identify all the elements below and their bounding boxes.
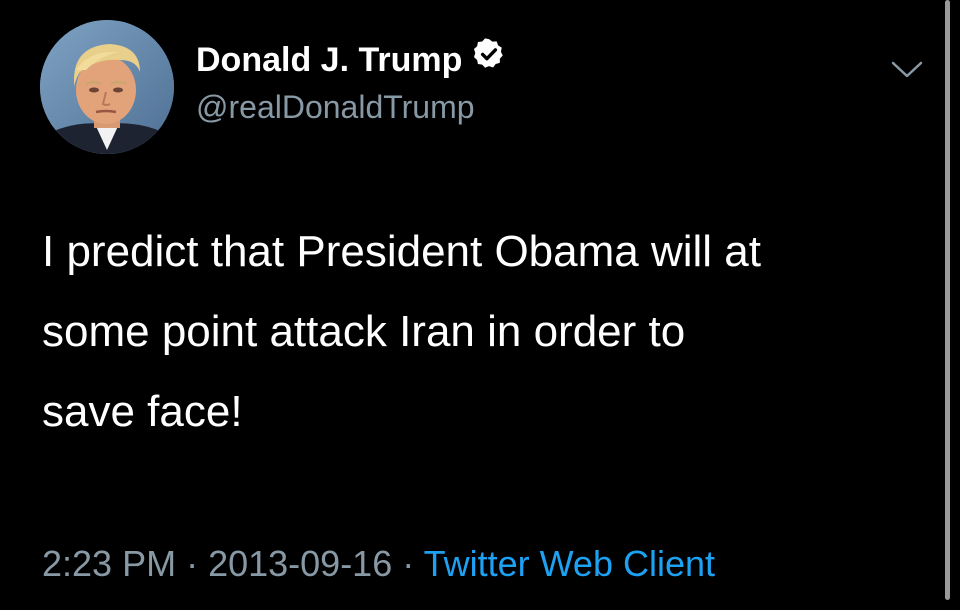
scrollbar[interactable] <box>945 0 950 600</box>
tweet-source-link[interactable]: Twitter Web Client <box>424 543 715 584</box>
account-handle[interactable]: @realDonaldTrump <box>196 88 475 126</box>
tweet-date[interactable]: 2013-09-16 <box>208 543 392 584</box>
verified-check-icon <box>472 37 506 81</box>
profile-photo-icon <box>40 20 174 154</box>
tweet-card: Donald J. Trump @realDonaldTrump I predi… <box>0 0 960 610</box>
display-name-row[interactable]: Donald J. Trump <box>196 37 506 84</box>
meta-separator: · <box>176 543 209 584</box>
tweet-text: I predict that President Obama will at s… <box>42 227 761 436</box>
tweet-meta: 2:23 PM · 2013-09-16 · Twitter Web Clien… <box>42 542 715 585</box>
meta-separator: · <box>392 543 424 584</box>
display-name[interactable]: Donald J. Trump <box>196 41 462 79</box>
avatar[interactable] <box>40 20 174 154</box>
tweet-time[interactable]: 2:23 PM <box>42 543 176 584</box>
chevron-down-icon[interactable] <box>890 60 924 80</box>
